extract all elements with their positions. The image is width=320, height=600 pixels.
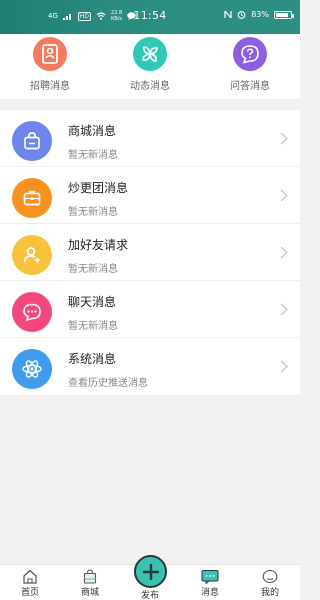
quick-recruit-messages[interactable]: 招聘消息	[0, 34, 100, 99]
battery-level	[276, 12, 288, 17]
nav-label: 首页	[20, 588, 39, 598]
list-item-subtitle: 暂无新消息	[68, 150, 118, 161]
quick-label: 招聘消息	[30, 81, 70, 92]
plus-icon	[142, 563, 159, 580]
chevron-right-icon	[280, 246, 288, 259]
chevron-right-icon	[280, 303, 288, 316]
list-item-subtitle: 暂无新消息	[68, 321, 118, 332]
list-item-title: 商城消息	[68, 124, 117, 138]
nav-label: 我的	[260, 588, 279, 598]
nav-home[interactable]: 首页	[0, 565, 60, 600]
chevron-right-icon	[280, 132, 288, 145]
battery-icon	[274, 10, 294, 19]
quick-actions: 招聘消息 动态消息 问答消息	[0, 34, 300, 99]
status-right: 83%	[224, 10, 294, 19]
fan-icon	[133, 37, 167, 71]
status-bar: 4G HD 22.8 KB/s 11:54 83%	[0, 0, 300, 34]
add-user-icon	[12, 235, 52, 275]
battery-percent: 83%	[251, 10, 269, 19]
nav-messages[interactable]: 消息	[180, 565, 240, 600]
list-item-subtitle: 暂无新消息	[68, 264, 118, 275]
publish-label: 发布	[140, 591, 159, 600]
home-icon	[20, 568, 40, 584]
shopping-bag-icon	[80, 568, 100, 584]
list-item-team-messages[interactable]: 炒更团消息 暂无新消息	[0, 167, 300, 224]
list-item-chat-messages[interactable]: 聊天消息 暂无新消息	[0, 281, 300, 338]
quick-label: 动态消息	[130, 81, 170, 92]
list-item-title: 聊天消息	[68, 295, 117, 309]
message-icon	[200, 568, 220, 584]
list-item-title: 系统消息	[68, 352, 117, 366]
quick-qa-messages[interactable]: 问答消息	[200, 34, 300, 99]
nfc-icon	[224, 10, 232, 19]
chat-bubble-icon	[12, 292, 52, 332]
list-item-mall-messages[interactable]: 商城消息 暂无新消息	[0, 110, 300, 167]
list-item-system-messages[interactable]: 系统消息 查看历史推送消息	[0, 338, 300, 395]
quick-feed-messages[interactable]: 动态消息	[100, 34, 200, 99]
nav-label: 商城	[80, 588, 99, 598]
resume-icon	[33, 37, 67, 71]
briefcase-icon	[12, 178, 52, 218]
list-item-friend-requests[interactable]: 加好友请求 暂无新消息	[0, 224, 300, 281]
chevron-right-icon	[280, 189, 288, 202]
list-item-subtitle: 查看历史推送消息	[68, 378, 148, 389]
quick-label: 问答消息	[230, 81, 270, 92]
atom-icon	[12, 349, 52, 389]
nav-mall[interactable]: 商城	[60, 565, 120, 600]
message-list: 商城消息 暂无新消息 炒更团消息 暂无新消息 加好友请求 暂无新消息 聊天消息 …	[0, 110, 300, 395]
nav-mine[interactable]: 我的	[240, 565, 300, 600]
profile-icon	[260, 568, 280, 584]
alarm-icon	[237, 11, 246, 19]
list-item-title: 炒更团消息	[68, 181, 129, 195]
question-bubble-icon	[233, 37, 267, 71]
list-item-title: 加好友请求	[68, 238, 129, 252]
shopping-bag-icon	[12, 121, 52, 161]
chevron-right-icon	[280, 360, 288, 373]
list-item-subtitle: 暂无新消息	[68, 207, 118, 218]
nav-label: 消息	[200, 588, 219, 598]
publish-button[interactable]	[134, 555, 167, 588]
